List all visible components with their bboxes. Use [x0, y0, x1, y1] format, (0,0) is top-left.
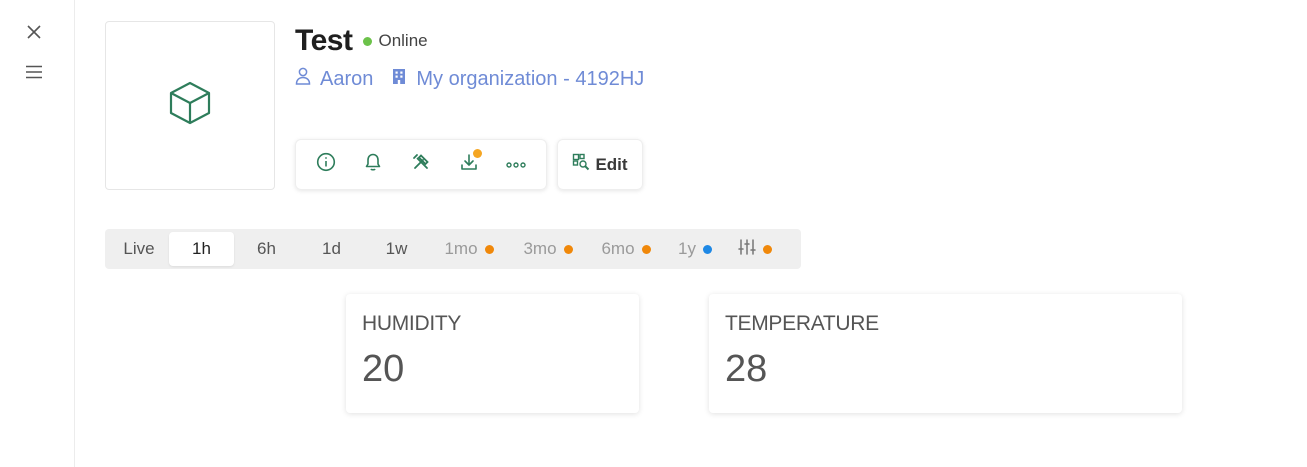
time-range-selector: Live 1h 6h 1d 1w 1mo 3mo 6mo 1y: [105, 229, 801, 269]
range-1mo[interactable]: 1mo: [429, 232, 509, 266]
tools-button[interactable]: [404, 148, 438, 182]
owner-link[interactable]: Aaron: [295, 67, 373, 91]
download-badge: [472, 148, 482, 158]
range-1y[interactable]: 1y: [665, 232, 725, 266]
organization-name: My organization - 4192HJ: [416, 67, 645, 90]
range-custom[interactable]: [725, 232, 785, 266]
status-text: Online: [378, 31, 428, 50]
premium-dot: [484, 244, 494, 254]
range-3mo[interactable]: 3mo: [509, 232, 587, 266]
edit-button[interactable]: Edit: [557, 139, 643, 190]
premium-dot: [702, 244, 712, 254]
humidity-card: HUMIDITY 20: [346, 294, 639, 413]
device-action-toolbar: [295, 139, 547, 190]
more-icon: [506, 156, 526, 174]
device-image: [105, 21, 275, 190]
tools-icon: [411, 152, 431, 177]
premium-dot: [563, 244, 573, 254]
range-1h[interactable]: 1h: [169, 232, 234, 266]
widget-value: 20: [362, 348, 405, 390]
status-dot: [363, 36, 373, 46]
range-live[interactable]: Live: [109, 232, 169, 266]
range-1d[interactable]: 1d: [299, 232, 364, 266]
device-meta: Aaron My organization - 4192HJ: [295, 67, 644, 91]
user-icon: [295, 67, 320, 91]
range-1w[interactable]: 1w: [364, 232, 429, 266]
close-icon[interactable]: [22, 20, 46, 44]
building-icon: [391, 67, 416, 91]
owner-name: Aaron: [320, 67, 374, 90]
side-rail: [0, 0, 75, 467]
widget-label: HUMIDITY: [362, 312, 462, 335]
more-button[interactable]: [499, 148, 533, 182]
range-6mo[interactable]: 6mo: [587, 232, 665, 266]
device-header: Test Online: [295, 24, 428, 58]
premium-dot: [641, 244, 651, 254]
range-6h[interactable]: 6h: [234, 232, 299, 266]
device-title: Test: [295, 24, 353, 57]
notifications-button[interactable]: [356, 148, 390, 182]
info-button[interactable]: [309, 148, 343, 182]
edit-label: Edit: [595, 154, 628, 174]
download-button[interactable]: [452, 148, 486, 182]
organization-link[interactable]: My organization - 4192HJ: [391, 67, 644, 91]
sliders-icon: [738, 238, 756, 261]
temperature-card: TEMPERATURE 28: [709, 294, 1182, 413]
bell-icon: [363, 152, 383, 177]
premium-dot: [763, 244, 772, 254]
menu-icon[interactable]: [22, 60, 46, 84]
widget-label: TEMPERATURE: [725, 312, 879, 335]
info-icon: [316, 152, 336, 177]
widget-value: 28: [725, 348, 768, 390]
edit-icon: [572, 153, 595, 176]
cube-icon: [167, 80, 213, 131]
